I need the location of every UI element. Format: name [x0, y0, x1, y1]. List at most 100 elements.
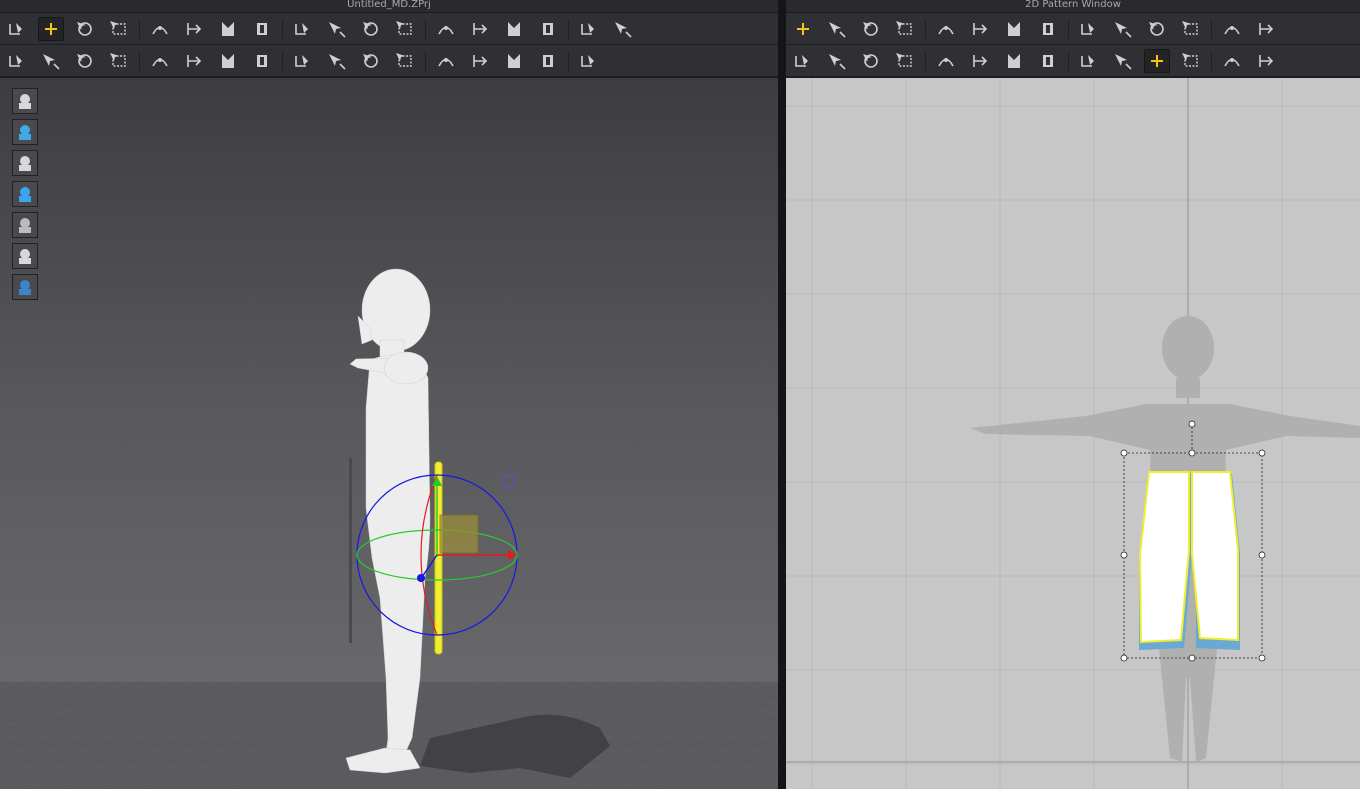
- globe-icon[interactable]: [12, 274, 38, 300]
- fabric-drape-icon[interactable]: [324, 17, 350, 41]
- tack-icon[interactable]: [392, 17, 418, 41]
- toolbar-separator: [282, 50, 283, 71]
- toolbar-separator: [1211, 18, 1212, 39]
- select-pattern-icon[interactable]: [790, 17, 816, 41]
- fold-multi-icon[interactable]: [290, 49, 316, 73]
- sew-free-2d-icon[interactable]: [824, 49, 850, 73]
- toolbar-2d-top: [786, 13, 1360, 45]
- sew-multi-icon[interactable]: [249, 17, 275, 41]
- particle-icon[interactable]: [12, 119, 38, 145]
- polygon-pattern-icon[interactable]: [1035, 17, 1061, 41]
- pin-line-icon[interactable]: [290, 17, 316, 41]
- arrange-2d-icon[interactable]: [1178, 17, 1204, 41]
- select-move-icon[interactable]: [38, 16, 64, 41]
- toolbar-separator: [1068, 18, 1069, 39]
- curve-line-icon[interactable]: [1253, 49, 1279, 73]
- cut-line-icon[interactable]: [967, 17, 993, 41]
- pattern-canvas: [786, 78, 1360, 789]
- edit-point-icon[interactable]: [72, 17, 98, 41]
- sew-free-icon[interactable]: [215, 17, 241, 41]
- toolbar-separator: [568, 18, 569, 39]
- measure-icon[interactable]: [576, 49, 602, 73]
- viewport-3d[interactable]: [0, 78, 778, 789]
- shirt-2d-icon[interactable]: [1110, 49, 1136, 73]
- lock-icon[interactable]: [433, 49, 459, 73]
- fold-arrange-2d-icon[interactable]: [1076, 49, 1102, 73]
- add-point-icon[interactable]: [933, 17, 959, 41]
- avatar-walk-icon[interactable]: [4, 49, 30, 73]
- toolbar-separator: [1068, 50, 1069, 71]
- garment-icon[interactable]: [358, 17, 384, 41]
- iron-icon[interactable]: [967, 49, 993, 73]
- ruler-stripes-icon[interactable]: [1144, 17, 1170, 41]
- edit-point-2d-icon[interactable]: [824, 17, 850, 41]
- zipper-icon[interactable]: [467, 49, 493, 73]
- curvature-icon[interactable]: [892, 17, 918, 41]
- grid-layout-2-icon[interactable]: [610, 17, 636, 41]
- pattern-window-2d[interactable]: [786, 78, 1360, 789]
- back-plane: [349, 458, 352, 643]
- viewport-title: Untitled_MD.ZPrj: [0, 0, 778, 12]
- line-2d-icon[interactable]: [1178, 49, 1204, 73]
- toolbar-separator: [925, 50, 926, 71]
- toolbar-separator: [925, 18, 926, 39]
- transform-icon[interactable]: [106, 17, 132, 41]
- avatar-head-icon[interactable]: [12, 243, 38, 269]
- pattern-paste-icon[interactable]: [1110, 17, 1136, 41]
- trace-icon[interactable]: [106, 49, 132, 73]
- garment-pattern-3d: [434, 461, 443, 655]
- sew-2d-icon[interactable]: [790, 49, 816, 73]
- sew-check-icon[interactable]: [892, 49, 918, 73]
- pin-pattern-icon[interactable]: [1144, 48, 1170, 73]
- shirt-icon[interactable]: [467, 17, 493, 41]
- toolbar-separator: [1211, 50, 1212, 71]
- arrange-front-icon[interactable]: [501, 17, 527, 41]
- toolbar-3d-bottom: [0, 45, 778, 77]
- grid-2d-alt-icon[interactable]: [1253, 17, 1279, 41]
- garment-2d-icon[interactable]: [1001, 49, 1027, 73]
- toolbar-separator: [425, 50, 426, 71]
- pattern-window-title: 2D Pattern Window: [786, 0, 1360, 12]
- toolbar-separator: [425, 18, 426, 39]
- toolbar-3d-top: [0, 13, 778, 45]
- toolbar-2d-bottom: [786, 45, 1360, 77]
- toolbar-separator: [282, 18, 283, 39]
- button-icon[interactable]: [324, 49, 350, 73]
- garment-display-icon[interactable]: [12, 88, 38, 114]
- sew-segment-icon[interactable]: [181, 17, 207, 41]
- grid-layout-icon[interactable]: [576, 17, 602, 41]
- fold-icon[interactable]: [147, 17, 173, 41]
- pants-pattern-left: [1138, 471, 1192, 650]
- grid-2d-icon[interactable]: [1219, 17, 1245, 41]
- tack-multi-icon[interactable]: [433, 17, 459, 41]
- button-round-icon[interactable]: [358, 49, 384, 73]
- tape-icon[interactable]: [535, 49, 561, 73]
- texture-icon[interactable]: [12, 181, 38, 207]
- rectangle-pattern-icon[interactable]: [1001, 17, 1027, 41]
- download-arrow-icon[interactable]: [4, 17, 30, 41]
- window-splitter[interactable]: [778, 0, 786, 789]
- sew-multi-2d-icon[interactable]: [858, 49, 884, 73]
- cut-icon[interactable]: [147, 49, 173, 73]
- dashed-line-icon[interactable]: [1219, 49, 1245, 73]
- trace-pattern-icon[interactable]: [1076, 17, 1102, 41]
- shirt-cut-icon[interactable]: [181, 49, 207, 73]
- fold-2d-icon[interactable]: [1035, 49, 1061, 73]
- toolbar-separator: [139, 50, 140, 71]
- surface-icon[interactable]: [12, 212, 38, 238]
- sew-check-2d-icon[interactable]: [933, 49, 959, 73]
- viewport-side-toolbar: [12, 88, 38, 305]
- scene-3d: [0, 268, 778, 789]
- edit-point-alt-icon[interactable]: [72, 49, 98, 73]
- strap-icon[interactable]: [501, 49, 527, 73]
- pants-pattern-right: [1191, 471, 1240, 650]
- line-tool-icon[interactable]: [392, 49, 418, 73]
- edit-segment-icon[interactable]: [38, 49, 64, 73]
- curve-point-icon[interactable]: [858, 17, 884, 41]
- arrange-side-icon[interactable]: [535, 17, 561, 41]
- fold-arrange-icon[interactable]: [249, 49, 275, 73]
- toolbar-separator: [568, 50, 569, 71]
- fold-3d-icon[interactable]: [215, 49, 241, 73]
- toolbar-separator: [139, 18, 140, 39]
- avatar-display-icon[interactable]: [12, 150, 38, 176]
